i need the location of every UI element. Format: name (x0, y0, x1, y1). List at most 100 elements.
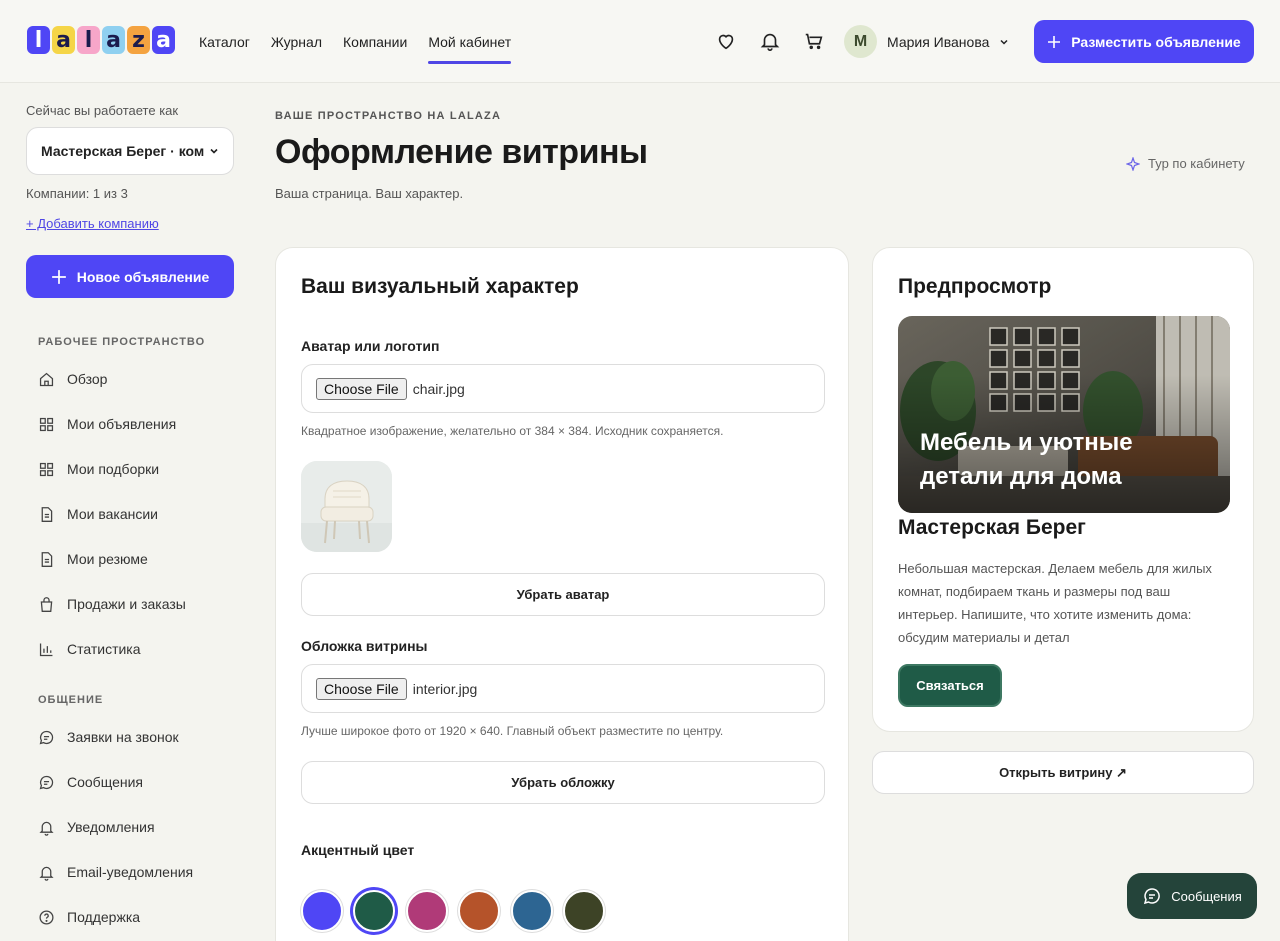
cover-preview-image: Мебель и уютные детали для дома (898, 316, 1230, 513)
section-title-workspace: РАБОЧЕЕ ПРОСТРАНСТВО (38, 336, 206, 348)
sidebar-item-sales-orders[interactable]: Продажи и заказы (38, 593, 186, 615)
chevron-down-icon (210, 148, 218, 154)
page-title: Оформление витрины (275, 133, 648, 171)
sidebar-item-my-ads[interactable]: Мои объявления (38, 413, 176, 435)
cover-file-input[interactable]: Choose File interior.jpg (301, 664, 825, 713)
bell-icon[interactable] (759, 30, 781, 52)
nav-catalog[interactable]: Каталог (199, 0, 250, 83)
color-swatch-magenta[interactable] (406, 890, 448, 932)
bell-icon (39, 821, 54, 836)
heart-icon[interactable] (715, 30, 737, 52)
bag-icon (40, 596, 53, 612)
company-select-value: Мастерская Берег · ком (41, 143, 205, 159)
nav-my-cabinet[interactable]: Мой кабинет (428, 0, 511, 83)
cover-file-name: interior.jpg (412, 680, 478, 697)
visual-character-card: Ваш визуальный характер Аватар или логот… (275, 247, 849, 941)
cover-hint: Лучше широкое фото от 1920 × 640. Главны… (301, 724, 724, 738)
sidebar-item-label: Мои объявления (67, 416, 177, 432)
add-company-link[interactable]: + Добавить компанию (26, 216, 159, 231)
choose-file-button[interactable]: Choose File (316, 377, 407, 400)
card-title: Ваш визуальный характер (301, 275, 579, 298)
tour-link[interactable]: Тур по кабинету (1126, 156, 1245, 171)
logo-letter: l (77, 26, 100, 54)
user-menu[interactable]: M Мария Иванова (844, 25, 1009, 58)
avatar-label: Аватар или логотип (301, 338, 440, 354)
sidebar-item-label: Продажи и заказы (67, 596, 186, 612)
sparkle-icon (1126, 156, 1140, 171)
nav-companies[interactable]: Компании (343, 0, 407, 83)
help-icon (39, 909, 54, 925)
color-swatch-rust[interactable] (458, 890, 500, 932)
card-title: Предпросмотр (898, 275, 1052, 298)
plus-icon (1048, 35, 1061, 48)
sidebar-item-support[interactable]: Поддержка (38, 906, 140, 928)
user-name: Мария Иванова (887, 33, 990, 50)
contact-button[interactable]: Связаться (898, 664, 1002, 707)
chevron-down-icon (1000, 39, 1008, 45)
sidebar-item-label: Статистика (67, 641, 141, 657)
lalaza-logo[interactable]: l a l a z a (27, 26, 175, 56)
document-icon (41, 551, 53, 567)
color-swatch-indigo[interactable] (301, 890, 343, 932)
working-as-label: Сейчас вы работаете как (26, 103, 179, 118)
new-ad-button[interactable]: Новое объявление (26, 255, 234, 298)
messages-fab[interactable]: Сообщения (1127, 873, 1257, 919)
accent-color-label: Акцентный цвет (301, 842, 415, 858)
remove-cover-button[interactable]: Убрать обложку (301, 761, 825, 804)
sidebar-item-label: Обзор (67, 371, 108, 387)
grid-icon (39, 417, 54, 431)
logo-letter: a (52, 26, 75, 54)
sidebar-item-label: Email-уведомления (67, 864, 194, 880)
chat-icon (39, 730, 54, 744)
avatar-file-input[interactable]: Choose File chair.jpg (301, 364, 825, 413)
open-showcase-button[interactable]: Открыть витрину ↗ (872, 751, 1254, 794)
sidebar-item-overview[interactable]: Обзор (38, 368, 107, 390)
logo-letter: a (152, 26, 175, 54)
sidebar-item-call-requests[interactable]: Заявки на звонок (38, 726, 179, 748)
cover-label: Обложка витрины (301, 638, 428, 654)
sidebar-item-messages[interactable]: Сообщения (38, 771, 143, 793)
company-select[interactable]: Мастерская Берег · ком (26, 127, 234, 175)
avatar-preview-image (301, 461, 392, 552)
section-title-communication: ОБЩЕНИЕ (38, 694, 104, 706)
post-ad-label: Разместить объявление (1071, 33, 1241, 50)
page-eyebrow: ВАШЕ ПРОСТРАНСТВО НА LALAZA (275, 110, 502, 122)
sidebar-item-notifications[interactable]: Уведомления (38, 816, 155, 838)
avatar-file-name: chair.jpg (412, 380, 465, 397)
nav-journal[interactable]: Журнал (271, 0, 322, 83)
sidebar-item-statistics[interactable]: Статистика (38, 638, 141, 660)
remove-avatar-button[interactable]: Убрать аватар (301, 573, 825, 616)
logo-letter: l (27, 26, 50, 54)
chart-icon (39, 643, 53, 656)
avatar-hint: Квадратное изображение, желательно от 38… (301, 424, 724, 438)
sidebar-item-label: Заявки на звонок (67, 729, 179, 745)
post-ad-button[interactable]: Разместить объявление (1034, 20, 1254, 63)
sidebar-item-my-resumes[interactable]: Мои резюме (38, 548, 148, 570)
cover-overlay-text: Мебель и уютные детали для дома (920, 429, 1133, 490)
chat-icon (1144, 888, 1161, 905)
sidebar-item-label: Мои подборки (67, 461, 160, 477)
color-swatch-green[interactable] (353, 890, 395, 932)
sidebar-item-label: Уведомления (67, 819, 155, 835)
preview-description: Небольшая мастерская. Делаем мебель для … (898, 561, 1212, 645)
document-icon (41, 506, 53, 522)
chat-icon (39, 775, 54, 789)
sidebar-item-email-notifications[interactable]: Email-уведомления (38, 861, 193, 883)
sidebar-item-label: Мои вакансии (67, 506, 158, 522)
bell-icon (39, 866, 54, 881)
top-header: l a l a z a Каталог Журнал Компании Мой … (0, 0, 1280, 83)
sidebar-item-my-vacancies[interactable]: Мои вакансии (38, 503, 158, 525)
color-swatch-blue[interactable] (511, 890, 553, 932)
avatar: M (844, 25, 877, 58)
messages-fab-label: Сообщения (1171, 888, 1242, 904)
sidebar-item-label: Поддержка (67, 909, 141, 925)
choose-file-button[interactable]: Choose File (316, 677, 407, 700)
sidebar-item-label: Мои резюме (67, 551, 148, 567)
preview-card: Предпросмотр Мебель и уютные детали для … (872, 247, 1254, 732)
cart-icon[interactable] (803, 30, 825, 52)
sidebar-item-my-collections[interactable]: Мои подборки (38, 458, 159, 480)
preview-company-name: Мастерская Берег (898, 516, 1086, 539)
logo-letter: a (102, 26, 125, 54)
page-subtitle: Ваша страница. Ваш характер. (275, 186, 464, 201)
color-swatch-olive[interactable] (563, 890, 605, 932)
